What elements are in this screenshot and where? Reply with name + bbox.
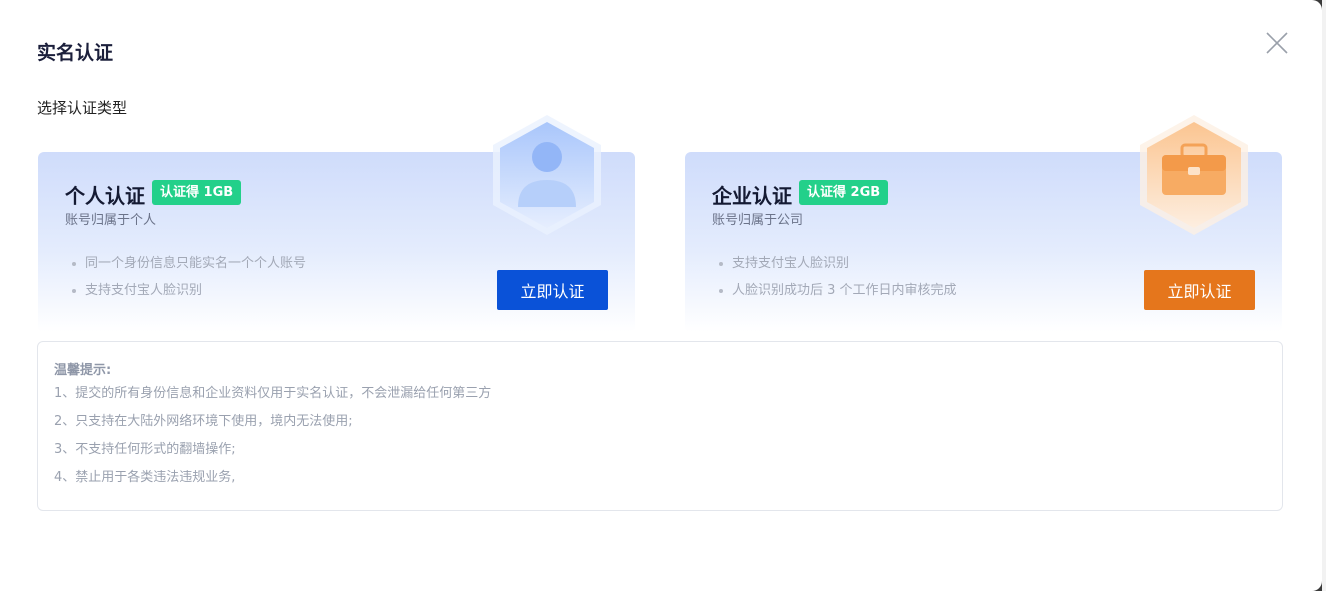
company-card-title: 企业认证 bbox=[712, 184, 792, 208]
tips-list: 1、提交的所有身份信息和企业资料仅用于实名认证，不会泄漏给任何第三方 2、只支持… bbox=[54, 385, 491, 497]
modal-title: 实名认证 bbox=[37, 42, 114, 64]
personal-verification-card: 个人认证 认证得 1GB 账号归属于个人 同一个身份信息只能实名一个个人账号 支… bbox=[38, 115, 635, 332]
user-icon bbox=[493, 115, 601, 235]
list-item: 同一个身份信息只能实名一个个人账号 bbox=[72, 255, 306, 282]
personal-storage-badge: 认证得 1GB bbox=[152, 180, 242, 205]
list-item: 1、提交的所有身份信息和企业资料仅用于实名认证，不会泄漏给任何第三方 bbox=[54, 386, 492, 401]
personal-card-title: 个人认证 bbox=[65, 184, 145, 208]
personal-feature-list: 同一个身份信息只能实名一个个人账号 支持支付宝人脸识别 bbox=[72, 255, 306, 309]
company-card-desc: 账号归属于公司 bbox=[712, 213, 804, 228]
company-storage-badge: 认证得 2GB bbox=[799, 180, 889, 205]
list-item: 人脸识别成功后 3 个工作日内审核完成 bbox=[719, 282, 957, 309]
background-edge bbox=[1322, 0, 1326, 591]
list-item: 支持支付宝人脸识别 bbox=[719, 255, 957, 282]
list-item: 支持支付宝人脸识别 bbox=[72, 282, 306, 309]
list-item: 2、只支持在大陆外网络环境下使用，境内无法使用; bbox=[54, 414, 353, 429]
company-feature-list: 支持支付宝人脸识别 人脸识别成功后 3 个工作日内审核完成 bbox=[719, 255, 957, 309]
close-icon[interactable] bbox=[1262, 28, 1292, 58]
select-type-label: 选择认证类型 bbox=[37, 99, 128, 117]
list-item: 3、不支持任何形式的翻墙操作; bbox=[54, 442, 236, 457]
company-verification-card: 企业认证 认证得 2GB 账号归属于公司 支持支付宝人脸识别 人脸识别成功后 3… bbox=[685, 115, 1282, 332]
briefcase-icon bbox=[1140, 115, 1248, 235]
verification-modal: 实名认证 选择认证类型 个人认证 认证得 1GB 账号归属于个人 同一个身份信息… bbox=[0, 0, 1322, 591]
tips-title: 温馨提示: bbox=[54, 363, 112, 378]
company-verify-button[interactable]: 立即认证 bbox=[1144, 270, 1255, 310]
personal-verify-button[interactable]: 立即认证 bbox=[497, 270, 608, 310]
list-item: 4、禁止用于各类违法违规业务, bbox=[54, 470, 236, 485]
tips-panel: 温馨提示: 1、提交的所有身份信息和企业资料仅用于实名认证，不会泄漏给任何第三方… bbox=[37, 341, 1283, 511]
personal-card-desc: 账号归属于个人 bbox=[65, 213, 157, 228]
